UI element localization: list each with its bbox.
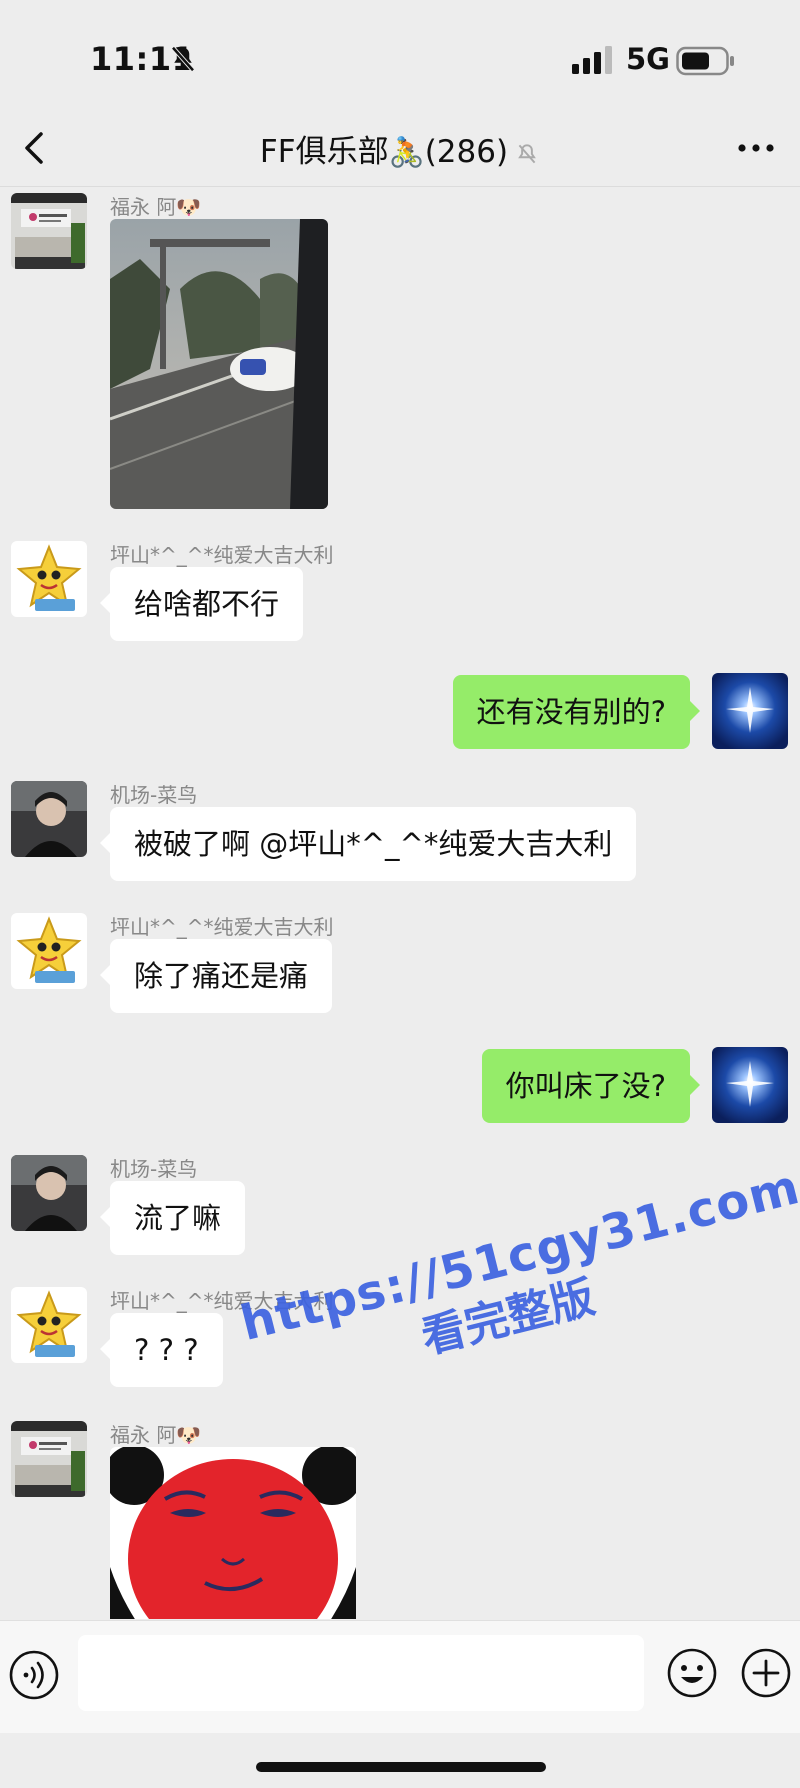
- my-message-bubble[interactable]: 你叫床了没?: [481, 1049, 701, 1123]
- person-avatar-image: [11, 1155, 87, 1231]
- sender-name: 坪山*^_^*纯爱大吉大利: [110, 915, 334, 939]
- message-bubble[interactable]: 除了痛还是痛: [99, 939, 333, 1013]
- message-bubble[interactable]: 流了嘛: [99, 1181, 246, 1255]
- more-options-icon[interactable]: [732, 128, 780, 168]
- office-avatar-image: [11, 193, 87, 269]
- road-car-photo: [110, 219, 328, 509]
- avatar[interactable]: [11, 781, 87, 857]
- network-type: 5G: [626, 42, 670, 76]
- message-bubble[interactable]: ? ? ?: [100, 1313, 223, 1387]
- home-indicator[interactable]: [256, 1762, 546, 1772]
- avatar[interactable]: [11, 913, 87, 989]
- avatar[interactable]: [11, 541, 87, 617]
- bell-off-icon: [171, 46, 195, 72]
- composer-bar: [0, 1620, 800, 1733]
- mute-icon: [518, 143, 536, 163]
- sender-name: 机场-菜鸟: [110, 783, 198, 807]
- star-avatar-image: [11, 541, 87, 617]
- sender-name: 福永 阿🐶: [110, 1423, 202, 1447]
- emoji-icon[interactable]: [666, 1647, 718, 1699]
- my-message-bubble[interactable]: 还有没有别的?: [452, 675, 701, 749]
- status-bar: 11:11 5G: [0, 0, 800, 110]
- sparkle-avatar-image: [712, 1047, 788, 1123]
- red-panda-face-sticker: [110, 1447, 356, 1619]
- member-count: (286): [424, 134, 509, 170]
- star-avatar-image: [11, 1287, 87, 1363]
- plus-icon[interactable]: [740, 1647, 792, 1699]
- battery-icon: [676, 46, 734, 76]
- avatar[interactable]: [11, 193, 87, 269]
- message-bubble[interactable]: 被破了啊 @坪山*^_^*纯爱大吉大利: [99, 807, 637, 881]
- voice-input-icon[interactable]: [8, 1649, 60, 1701]
- avatar[interactable]: [11, 1155, 87, 1231]
- star-avatar-image: [11, 913, 87, 989]
- message-input[interactable]: [78, 1635, 644, 1711]
- cyclist-emoji: 🚴: [388, 135, 425, 169]
- shared-photo[interactable]: [110, 219, 328, 509]
- chat-header: FF俱乐部🚴(286): [0, 110, 800, 187]
- chat-title: FF俱乐部🚴(286): [0, 126, 800, 171]
- bottom-safe-area: [0, 1733, 800, 1788]
- sender-name: 坪山*^_^*纯爱大吉大利: [110, 543, 334, 567]
- avatar[interactable]: [11, 1287, 87, 1363]
- sparkle-avatar-image: [712, 673, 788, 749]
- office-avatar-image: [11, 1421, 87, 1497]
- message-bubble[interactable]: 给啥都不行: [99, 567, 304, 641]
- sender-name: 机场-菜鸟: [110, 1157, 198, 1181]
- my-avatar[interactable]: [712, 1047, 788, 1123]
- cellular-signal-icon: [572, 46, 612, 74]
- avatar[interactable]: [11, 1421, 87, 1497]
- group-name: FF俱乐部: [259, 134, 389, 170]
- my-avatar[interactable]: [712, 673, 788, 749]
- person-avatar-image: [11, 781, 87, 857]
- sender-name: 福永 阿🐶: [110, 195, 202, 219]
- sticker-image[interactable]: [110, 1447, 356, 1619]
